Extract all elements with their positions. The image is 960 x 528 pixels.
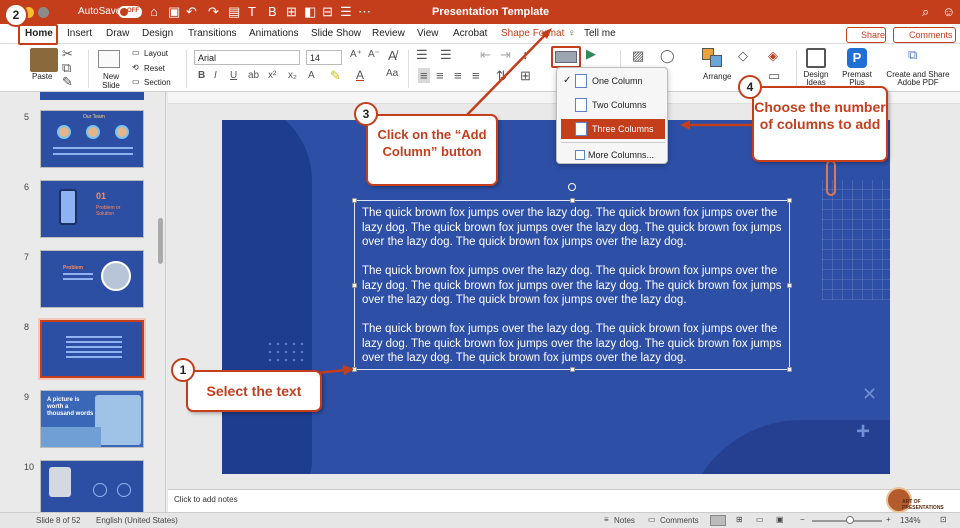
callout-choose-columns: Choose the number of columns to add xyxy=(752,86,888,162)
callout-add-column: Click on the “Add Column” button xyxy=(366,114,498,186)
step-4-badge: 4 xyxy=(738,75,762,99)
callout-arrows xyxy=(265,28,766,380)
watermark-text: ART OF PRESENTATIONS xyxy=(902,499,944,511)
step-3-badge: 3 xyxy=(354,102,378,126)
callout-select-text: Select the text xyxy=(186,370,322,412)
step-1-badge: 1 xyxy=(171,358,195,382)
